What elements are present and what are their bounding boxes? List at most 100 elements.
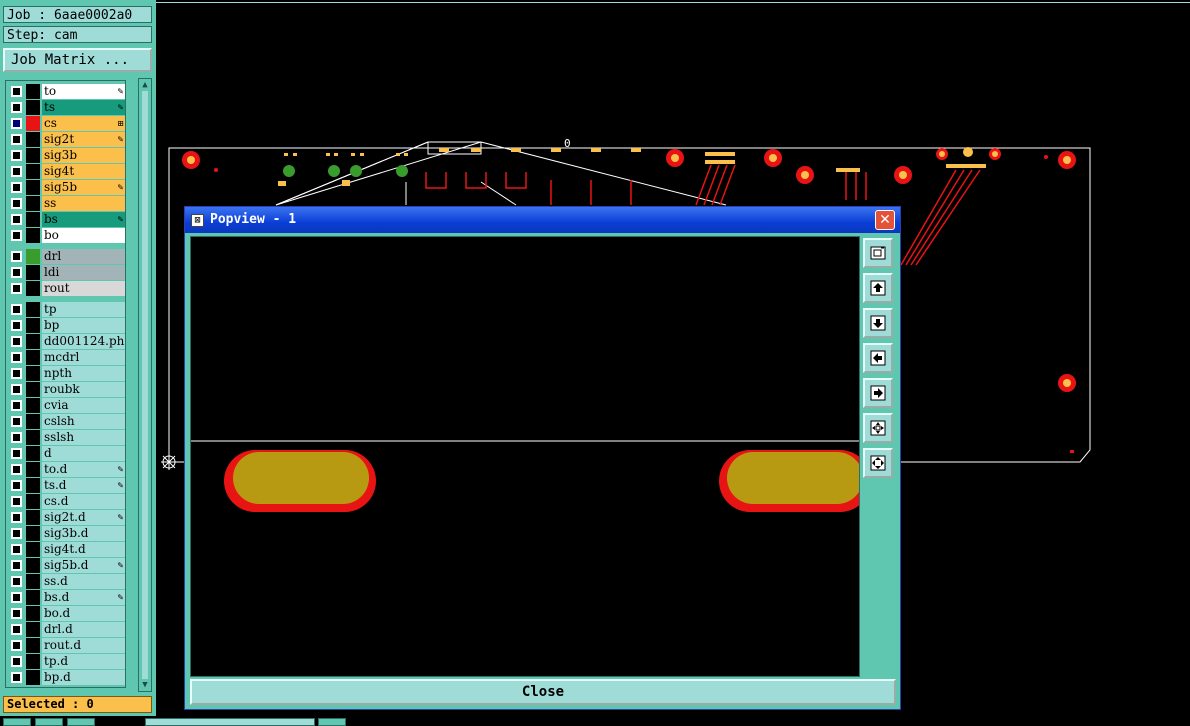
layer-checkbox[interactable] — [11, 283, 22, 294]
layer-checkbox[interactable] — [11, 672, 22, 683]
layer-color-swatch[interactable] — [26, 590, 40, 605]
layer-checkbox[interactable] — [11, 496, 22, 507]
layer-color-swatch[interactable] — [26, 430, 40, 445]
layer-checkbox[interactable] — [11, 576, 22, 587]
layer-color-swatch[interactable] — [26, 148, 40, 163]
layer-name[interactable]: sig3b — [42, 148, 125, 163]
layer-checkbox[interactable] — [11, 544, 22, 555]
layer-name[interactable]: drl.d — [42, 622, 125, 637]
layer-color-swatch[interactable] — [26, 510, 40, 525]
layer-row-npth[interactable]: npth — [8, 366, 125, 381]
layer-color-swatch[interactable] — [26, 100, 40, 115]
layer-name[interactable]: rout.d — [42, 638, 125, 653]
layer-row-sig5b-d[interactable]: sig5b.d ✎ — [8, 558, 125, 573]
layer-row-bs[interactable]: bs ✎ — [8, 212, 125, 227]
layer-color-swatch[interactable] — [26, 318, 40, 333]
layer-color-swatch[interactable] — [26, 542, 40, 557]
layer-checkbox[interactable] — [11, 640, 22, 651]
layer-color-swatch[interactable] — [26, 462, 40, 477]
layer-color-swatch[interactable] — [26, 446, 40, 461]
layer-row-bp[interactable]: bp — [8, 318, 125, 333]
layer-row-ss-d[interactable]: ss.d — [8, 574, 125, 589]
taskbar-item[interactable] — [35, 718, 63, 726]
layer-row-sig5b[interactable]: sig5b ✎ — [8, 180, 125, 195]
layer-name[interactable]: ts.d ✎ — [42, 478, 125, 493]
layer-checkbox[interactable] — [11, 416, 22, 427]
layer-row-drl-d[interactable]: drl.d — [8, 622, 125, 637]
layer-checkbox[interactable] — [11, 150, 22, 161]
zoom-window-icon[interactable] — [863, 238, 893, 268]
layer-checkbox[interactable] — [11, 118, 22, 129]
layer-row-cs-d[interactable]: cs.d — [8, 494, 125, 509]
zoom-home-icon[interactable] — [863, 448, 893, 478]
layer-row-rout[interactable]: rout — [8, 281, 125, 296]
layer-color-swatch[interactable] — [26, 382, 40, 397]
taskbar-item[interactable] — [67, 718, 95, 726]
layer-name[interactable]: mcdrl — [42, 350, 125, 365]
layer-row-ss[interactable]: ss — [8, 196, 125, 211]
layer-color-swatch[interactable] — [26, 302, 40, 317]
layer-name[interactable]: bp.d — [42, 670, 125, 685]
layer-checkbox[interactable] — [11, 182, 22, 193]
layer-row-tp-d[interactable]: tp.d — [8, 654, 125, 669]
layer-checkbox[interactable] — [11, 480, 22, 491]
layer-row-ts[interactable]: ts ✎ — [8, 100, 125, 115]
layer-name[interactable]: sig3b.d — [42, 526, 125, 541]
layer-color-swatch[interactable] — [26, 670, 40, 685]
layer-name[interactable]: sig2t.d ✎ — [42, 510, 125, 525]
pan-right-icon[interactable] — [863, 378, 893, 408]
layer-color-swatch[interactable] — [26, 574, 40, 589]
layer-row-roubk[interactable]: roubk — [8, 382, 125, 397]
layer-name[interactable]: sig2t ✎ — [42, 132, 125, 147]
layer-color-swatch[interactable] — [26, 249, 40, 264]
layer-name[interactable]: sig4t — [42, 164, 125, 179]
layer-checkbox[interactable] — [11, 336, 22, 347]
layer-color-swatch[interactable] — [26, 196, 40, 211]
pan-up-icon[interactable] — [863, 273, 893, 303]
layer-name[interactable]: tp — [42, 302, 125, 317]
layer-color-swatch[interactable] — [26, 606, 40, 621]
layer-name[interactable]: sig5b.d ✎ — [42, 558, 125, 573]
layer-checkbox[interactable] — [11, 214, 22, 225]
layer-color-swatch[interactable] — [26, 558, 40, 573]
scroll-up-icon[interactable]: ▲ — [140, 80, 150, 90]
layer-checkbox[interactable] — [11, 624, 22, 635]
taskbar-item[interactable] — [3, 718, 31, 726]
layer-row-cvia[interactable]: cvia — [8, 398, 125, 413]
layer-name[interactable]: bs.d ✎ — [42, 590, 125, 605]
layer-name[interactable]: ldi — [42, 265, 125, 280]
layer-color-swatch[interactable] — [26, 180, 40, 195]
pan-left-icon[interactable] — [863, 343, 893, 373]
layer-color-swatch[interactable] — [26, 84, 40, 99]
layer-name[interactable]: roubk — [42, 382, 125, 397]
layer-row-to-d[interactable]: to.d ✎ — [8, 462, 125, 477]
layer-checkbox[interactable] — [11, 230, 22, 241]
layer-name[interactable]: npth — [42, 366, 125, 381]
layer-color-swatch[interactable] — [26, 478, 40, 493]
layer-color-swatch[interactable] — [26, 228, 40, 243]
scroll-track[interactable] — [142, 91, 148, 679]
layer-color-swatch[interactable] — [26, 334, 40, 349]
layer-checkbox[interactable] — [11, 352, 22, 363]
layer-name[interactable]: cvia — [42, 398, 125, 413]
layer-color-swatch[interactable] — [26, 622, 40, 637]
layer-name[interactable]: dd001124.pho — [42, 334, 125, 349]
layer-row-rout-d[interactable]: rout.d — [8, 638, 125, 653]
layer-color-swatch[interactable] — [26, 494, 40, 509]
layer-checkbox[interactable] — [11, 384, 22, 395]
layer-row-bo[interactable]: bo — [8, 228, 125, 243]
layer-checkbox[interactable] — [11, 102, 22, 113]
layer-color-swatch[interactable] — [26, 350, 40, 365]
close-icon[interactable]: ✕ — [875, 210, 895, 230]
layer-name[interactable]: sslsh — [42, 430, 125, 445]
layer-checkbox[interactable] — [11, 592, 22, 603]
layer-name[interactable]: tp.d — [42, 654, 125, 669]
layer-row-mcdrl[interactable]: mcdrl — [8, 350, 125, 365]
layer-name[interactable]: rout — [42, 281, 125, 296]
layer-row-sig2t-d[interactable]: sig2t.d ✎ — [8, 510, 125, 525]
layer-color-swatch[interactable] — [26, 638, 40, 653]
layer-name[interactable]: ts ✎ — [42, 100, 125, 115]
layer-color-swatch[interactable] — [26, 132, 40, 147]
layer-color-swatch[interactable] — [26, 116, 40, 131]
layer-name[interactable]: cslsh — [42, 414, 125, 429]
